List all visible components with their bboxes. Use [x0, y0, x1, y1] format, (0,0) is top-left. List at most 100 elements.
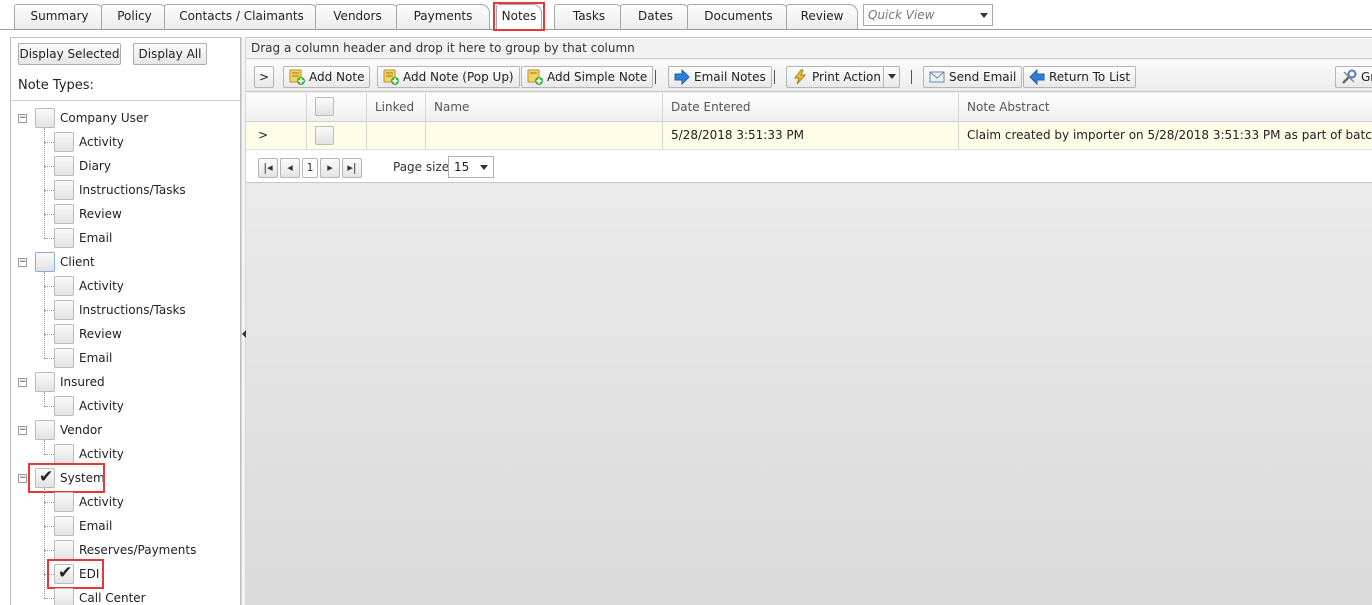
tree-node-system[interactable]: ✔ System [35, 466, 105, 490]
tree-checkbox[interactable] [54, 324, 74, 344]
tab-documents[interactable]: Documents [687, 4, 790, 29]
add-simple-note-button[interactable]: Add Simple Note [521, 66, 654, 88]
email-notes-button[interactable]: Email Notes [668, 66, 772, 88]
tree-node-activity[interactable]: Activity [54, 274, 124, 298]
tree-collapse-toggle[interactable]: − [18, 426, 27, 435]
add-note-button[interactable]: Add Note [283, 66, 371, 88]
tree-checkbox[interactable] [54, 180, 74, 200]
column-header-note-abstract[interactable]: Note Abstract [959, 93, 1372, 122]
tab-summary[interactable]: Summary [14, 4, 105, 29]
prev-page-button[interactable]: ◂ [280, 158, 300, 178]
tree-collapse-toggle[interactable]: − [18, 474, 27, 483]
row-select-cell[interactable] [307, 122, 367, 150]
tree-checkbox[interactable] [54, 348, 74, 368]
next-page-button[interactable]: ▸ [320, 158, 340, 178]
display-all-label: Display All [138, 47, 202, 61]
tree-checkbox[interactable] [54, 516, 74, 536]
tree-node-client[interactable]: Client [35, 250, 95, 274]
tree-node-label: Activity [79, 447, 124, 461]
tree-node-activity[interactable]: Activity [54, 490, 124, 514]
tree-node-vendor[interactable]: Vendor [35, 418, 102, 442]
last-page-button[interactable]: ▸| [342, 158, 362, 178]
column-header-select[interactable] [307, 93, 367, 122]
quick-view-dropdown[interactable]: Quick View [863, 4, 993, 26]
grid-tools-button[interactable]: Gr [1335, 66, 1372, 88]
tree-checkbox[interactable] [35, 108, 55, 128]
tree-checkbox[interactable] [35, 252, 55, 272]
tree-checkbox[interactable]: ✔ [54, 563, 74, 584]
tree-checkbox[interactable] [35, 420, 55, 440]
tree-node-instructions-tasks[interactable]: Instructions/Tasks [54, 178, 186, 202]
page-size-label: Page size: [393, 160, 454, 174]
email-notes-label: Email Notes [694, 70, 766, 84]
column-header-name[interactable]: Name [426, 93, 663, 122]
tree-node-edi[interactable]: ✔ EDI [54, 562, 99, 586]
tree-checkbox[interactable] [54, 300, 74, 320]
first-page-button[interactable]: |◂ [258, 158, 278, 178]
send-email-label: Send Email [949, 70, 1017, 84]
tree-node-label: Reserves/Payments [79, 543, 197, 557]
tree-checkbox[interactable] [54, 540, 74, 560]
tab-policy[interactable]: Policy [101, 4, 168, 29]
prev-page-icon: ◂ [287, 161, 293, 174]
tree-node-call-center[interactable]: Call Center [54, 586, 146, 605]
row-expand-button[interactable]: > [246, 122, 307, 150]
column-header-linked[interactable]: Linked [367, 93, 426, 122]
select-all-checkbox[interactable] [315, 97, 334, 116]
page-size-select[interactable]: 15 [448, 156, 494, 178]
row-linked-cell [367, 122, 426, 150]
tab-payments[interactable]: Payments [396, 4, 490, 29]
tree-checkbox[interactable] [35, 372, 55, 392]
display-selected-button[interactable]: Display Selected [18, 43, 121, 65]
print-action-button[interactable]: Print Action [786, 66, 900, 88]
pager: |◂ ◂ 1 ▸ ▸| [258, 157, 364, 179]
column-label: Name [434, 100, 470, 114]
tree-node-review[interactable]: Review [54, 322, 122, 346]
tree-node-company-user[interactable]: Company User [35, 106, 148, 130]
tree-checkbox[interactable] [54, 492, 74, 512]
tree-node-email[interactable]: Email [54, 226, 112, 250]
tree-node-activity[interactable]: Activity [54, 130, 124, 154]
checkmark-icon: ✔ [39, 467, 54, 487]
tree-node-activity[interactable]: Activity [54, 442, 124, 466]
print-action-dropdown[interactable] [883, 67, 899, 87]
tree-node-diary[interactable]: Diary [54, 154, 111, 178]
tree-checkbox[interactable] [54, 204, 74, 224]
tree-node-activity[interactable]: Activity [54, 394, 124, 418]
tree-checkbox[interactable] [54, 396, 74, 416]
tree-node-email[interactable]: Email [54, 514, 112, 538]
tab-vendors[interactable]: Vendors [315, 4, 400, 29]
tree-collapse-toggle[interactable]: − [18, 114, 27, 123]
display-all-button[interactable]: Display All [133, 43, 207, 65]
current-page[interactable]: 1 [302, 158, 318, 178]
return-to-list-button[interactable]: Return To List [1023, 66, 1137, 88]
tree-checkbox[interactable] [54, 132, 74, 152]
row-checkbox[interactable] [315, 126, 334, 145]
tree-node-reserves-payments[interactable]: Reserves/Payments [54, 538, 196, 562]
tree-node-instructions-tasks[interactable]: Instructions/Tasks [54, 298, 186, 322]
expand-toolbar-button[interactable]: > [254, 66, 274, 88]
tree-node-review[interactable]: Review [54, 202, 122, 226]
tab-dates[interactable]: Dates [620, 4, 691, 29]
tree-checkbox[interactable] [54, 276, 74, 296]
tree-checkbox[interactable] [54, 588, 74, 605]
tree-checkbox[interactable] [54, 156, 74, 176]
expand-label: > [258, 70, 270, 84]
tab-review[interactable]: Review [786, 4, 858, 29]
tree-node-email[interactable]: Email [54, 346, 112, 370]
tree-checkbox[interactable] [54, 444, 74, 464]
group-by-bar[interactable]: Drag a column header and drop it here to… [246, 38, 1372, 59]
tree-node-insured[interactable]: Insured [35, 370, 105, 394]
tab-tasks[interactable]: Tasks [554, 4, 624, 29]
tab-notes[interactable]: Notes [493, 2, 545, 31]
tree-checkbox[interactable] [54, 228, 74, 248]
send-email-button[interactable]: Send Email [923, 66, 1023, 88]
tree-collapse-toggle[interactable]: − [18, 378, 27, 387]
tree-collapse-toggle[interactable]: − [18, 258, 27, 267]
chevron-down-icon [980, 13, 988, 18]
add-note-popup-button[interactable]: Add Note (Pop Up) [377, 66, 520, 88]
column-header-date-entered[interactable]: Date Entered [663, 93, 959, 122]
tab-contacts-claimants[interactable]: Contacts / Claimants [164, 4, 319, 29]
tree-checkbox[interactable]: ✔ [35, 467, 55, 488]
tab-label: Payments [413, 9, 473, 23]
